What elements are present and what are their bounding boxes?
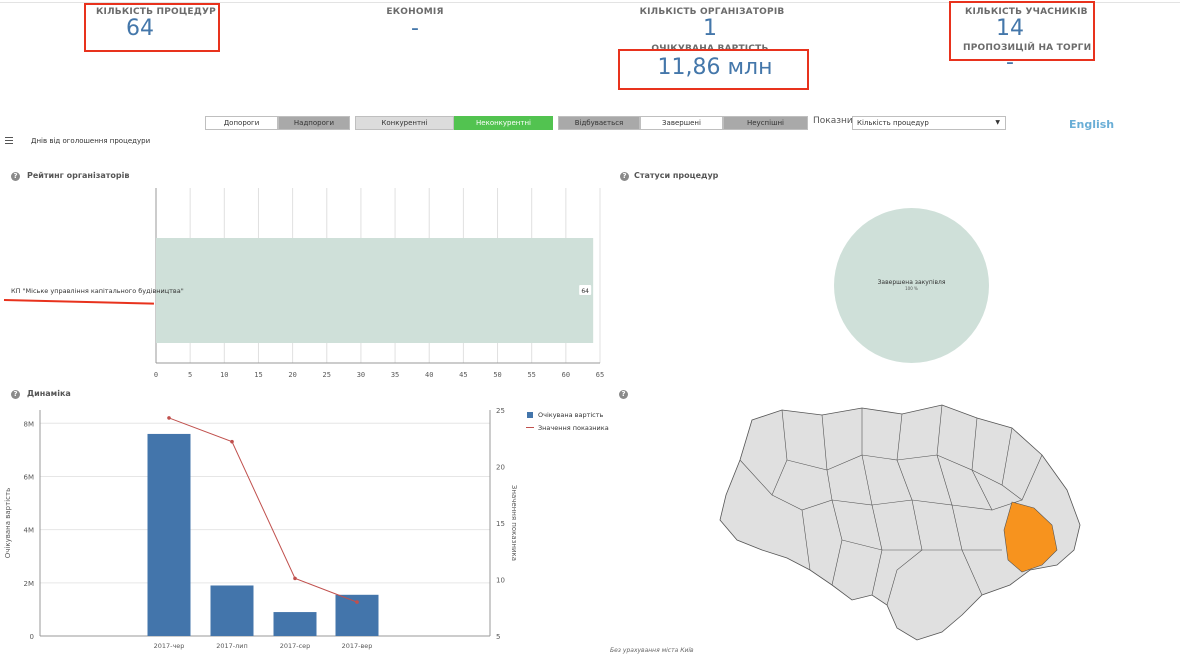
legend-line-swatch — [526, 427, 534, 428]
help-icon[interactable]: ? — [620, 172, 629, 181]
menu-label: Днів від оголошення процедури — [31, 137, 151, 145]
pie-slice-label: Завершена закупівля — [877, 279, 946, 286]
y-left-label: Очікувана вартість — [4, 488, 12, 558]
procedures-value: 64 — [126, 16, 154, 41]
y-right-tick-label: 25 — [496, 407, 505, 415]
x-tick-label: 2017-лип — [216, 642, 248, 650]
filter-noncompetitive[interactable]: Неконкурентні — [454, 116, 553, 130]
x-tick-label: 20 — [288, 371, 296, 379]
dyn-point — [167, 416, 171, 420]
y-left-tick-label: 0 — [30, 633, 34, 641]
filter-above-threshold[interactable]: Надпороги — [278, 116, 350, 130]
rating-chart: 0 5 10 15 20 25 30 35 40 45 50 55 60 65 64 — [154, 188, 604, 379]
filter-competitive[interactable]: Конкурентні — [355, 116, 454, 130]
y-left-tick-label: 2M — [24, 580, 35, 588]
y-left-tick-label: 8M — [24, 420, 35, 428]
legend-bar-label: Очікувана вартість — [538, 411, 604, 419]
x-tick-label: 55 — [527, 371, 535, 379]
y-right-tick-label: 15 — [496, 520, 505, 528]
map-footer: Без урахування міста Київ — [610, 647, 694, 654]
filter-below-threshold[interactable]: Допороги — [205, 116, 278, 130]
rating-title: Рейтинг організаторів — [27, 171, 130, 180]
indicator-select[interactable]: Кількість процедур ▼ — [852, 116, 1006, 130]
value-label: 64 — [581, 288, 589, 295]
participants-value: 14 — [996, 16, 1024, 41]
x-tick-label: 0 — [154, 371, 158, 379]
y-left-tick-label: 4M — [24, 527, 35, 535]
chevron-down-icon: ▼ — [995, 119, 1000, 126]
x-tick-label: 15 — [254, 371, 262, 379]
legend-bar-swatch — [527, 412, 533, 418]
dyn-point — [293, 576, 297, 581]
language-link[interactable]: English — [1069, 118, 1114, 131]
y-left-tick-label: 6M — [24, 473, 35, 481]
dyn-point — [355, 600, 359, 604]
x-tick-label: 2017-сер — [280, 642, 311, 650]
organizers-value: 1 — [703, 16, 717, 41]
x-tick-label: 60 — [562, 371, 570, 379]
x-tick-label: 45 — [459, 371, 467, 379]
x-tick-label: 50 — [493, 371, 501, 379]
x-tick-label: 35 — [391, 371, 399, 379]
pie-slice-pct: 100 % — [905, 286, 918, 291]
x-tick-label: 40 — [425, 371, 433, 379]
x-tick-label: 25 — [323, 371, 331, 379]
indicator-select-value: Кількість процедур — [857, 119, 929, 127]
x-tick-label: 2017-вер — [342, 642, 373, 650]
y-right-tick-label: 5 — [496, 633, 500, 641]
dynamics-title: Динаміка — [27, 389, 71, 398]
filter-unsuccessful[interactable]: Неуспішні — [723, 116, 808, 130]
dyn-line — [168, 417, 358, 603]
legend-line-label: Значення показника — [538, 424, 609, 432]
rating-org-underline — [3, 299, 154, 305]
dyn-point — [230, 439, 234, 444]
x-tick-label: 5 — [188, 371, 192, 379]
y-right-tick-label: 20 — [496, 464, 505, 472]
ukraine-map[interactable] — [712, 400, 1092, 648]
statuses-title: Статуси процедур — [634, 171, 719, 180]
dyn-bar — [147, 433, 191, 636]
y-right-tick-label: 10 — [496, 577, 505, 585]
economy-value: - — [411, 16, 419, 41]
x-tick-label: 2017-чер — [154, 642, 185, 650]
dyn-bar — [210, 585, 254, 636]
help-icon[interactable]: ? — [11, 172, 20, 181]
y-right-label: Значення показника — [510, 485, 518, 561]
x-tick-label: 65 — [596, 371, 604, 379]
rating-bar — [156, 238, 594, 343]
filter-ongoing[interactable]: Відбувається — [558, 116, 640, 130]
rating-org-label: КП "Міське управління капітального будів… — [11, 287, 184, 295]
expected-value: 11,86 млн — [657, 55, 773, 80]
x-tick-label: 30 — [357, 371, 365, 379]
filter-completed[interactable]: Завершені — [640, 116, 723, 130]
dynamics-chart: 0 2M 4M 6M 8M 5 10 15 20 25 2017-чер 2017-лип 2017-с… — [4, 407, 518, 650]
x-tick-label: 10 — [220, 371, 228, 379]
dyn-bar — [273, 612, 317, 636]
help-icon[interactable]: ? — [619, 390, 628, 399]
proposals-value: - — [1006, 50, 1014, 75]
hamburger-icon[interactable] — [5, 137, 13, 144]
